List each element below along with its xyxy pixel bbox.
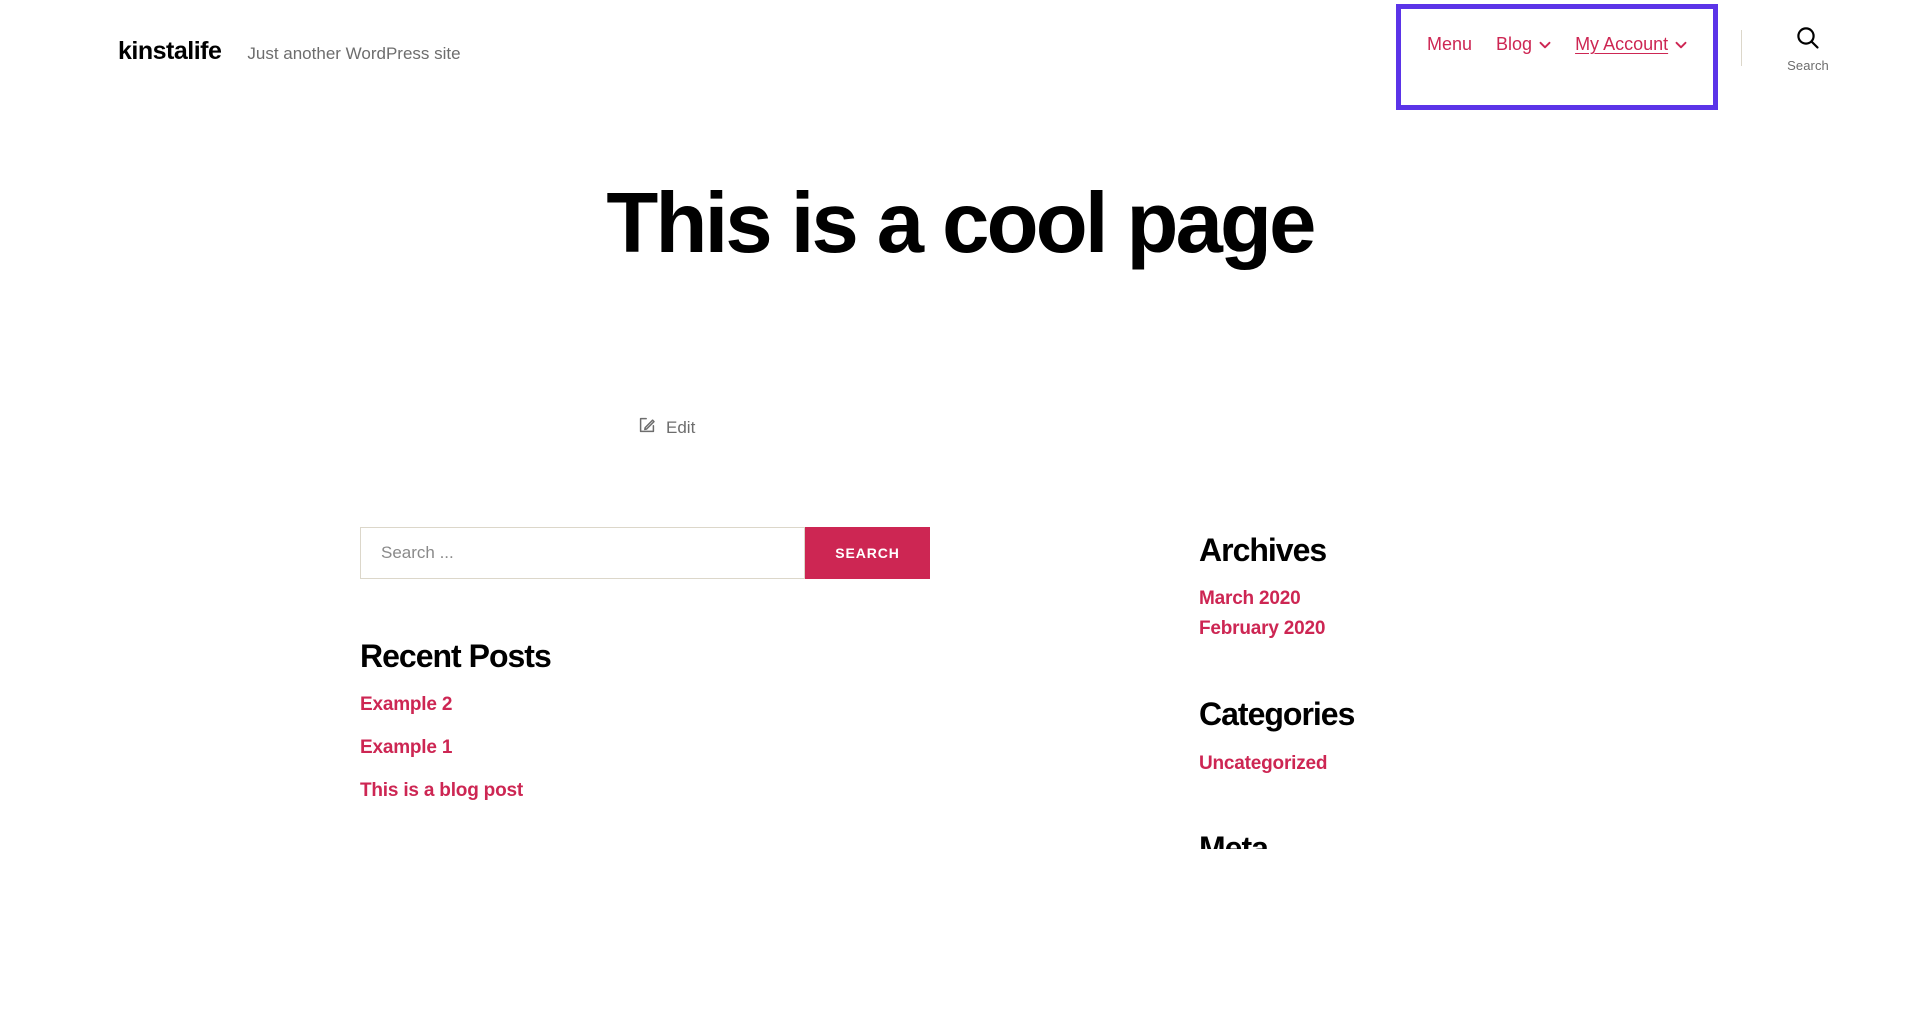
page-title: This is a cool page xyxy=(606,176,1316,271)
edit-pencil-icon xyxy=(638,416,656,439)
nav-item-menu[interactable]: Menu xyxy=(1427,35,1472,53)
site-branding: kinstalife Just another WordPress site xyxy=(118,37,461,66)
widget-column-right: Archives March 2020 February 2020 Catego… xyxy=(1199,527,1799,849)
widget-title-meta-clip: Meta xyxy=(1199,831,1799,849)
widget-title-recent-posts: Recent Posts xyxy=(360,638,552,675)
categories-list: Uncategorized xyxy=(1199,753,1799,775)
post-meta: Edit xyxy=(0,416,1920,439)
header-divider xyxy=(1741,30,1742,66)
site-header: kinstalife Just another WordPress site M… xyxy=(0,0,1920,110)
widget-recent-posts: Recent Posts Example 2 Example 1 This is… xyxy=(360,639,930,802)
nav-item-blog-label: Blog xyxy=(1496,34,1533,54)
recent-post-link-3[interactable]: This is a blog post xyxy=(360,780,523,801)
list-item: March 2020 xyxy=(1199,588,1799,610)
sidebar-search-form: SEARCH xyxy=(360,527,930,580)
list-item: February 2020 xyxy=(1199,618,1799,640)
widget-archives: Archives March 2020 February 2020 xyxy=(1199,533,1799,640)
archive-link-february-2020[interactable]: February 2020 xyxy=(1199,618,1325,639)
search-toggle-label: Search xyxy=(1787,58,1829,73)
chevron-down-icon xyxy=(1539,39,1551,51)
widget-column-left: SEARCH Recent Posts Example 2 Example 1 … xyxy=(360,527,930,823)
search-icon xyxy=(1795,25,1821,54)
list-item: This is a blog post xyxy=(360,780,930,802)
list-item: Example 2 xyxy=(360,694,930,716)
widget-title-categories: Categories xyxy=(1199,696,1355,733)
widget-title-meta: Meta xyxy=(1199,830,1269,849)
nav-item-my-account-label: My Account xyxy=(1575,34,1669,54)
widget-title-archives: Archives xyxy=(1199,532,1327,569)
site-tagline: Just another WordPress site xyxy=(247,44,461,63)
archive-link-march-2020[interactable]: March 2020 xyxy=(1199,588,1301,609)
chevron-down-icon xyxy=(1675,39,1687,51)
search-toggle-button[interactable]: Search xyxy=(1766,25,1850,73)
list-item: Uncategorized xyxy=(1199,753,1799,775)
nav-item-menu-label: Menu xyxy=(1427,34,1473,54)
nav-item-blog[interactable]: Blog xyxy=(1496,35,1551,53)
search-input[interactable] xyxy=(360,527,805,580)
list-item: Example 1 xyxy=(360,737,930,759)
edit-page-label: Edit xyxy=(666,417,696,437)
recent-post-link-2[interactable]: Example 1 xyxy=(360,737,452,758)
widget-categories: Categories Uncategorized xyxy=(1199,697,1799,774)
nav-item-my-account[interactable]: My Account xyxy=(1575,35,1687,53)
widget-meta: Meta xyxy=(1199,831,1799,849)
recent-post-link-1[interactable]: Example 2 xyxy=(360,694,452,715)
page-hero: This is a cool page xyxy=(0,103,1920,271)
site-title[interactable]: kinstalife xyxy=(118,37,222,66)
recent-posts-list: Example 2 Example 1 This is a blog post xyxy=(360,694,930,802)
edit-page-link[interactable]: Edit xyxy=(638,416,695,439)
archives-list: March 2020 February 2020 xyxy=(1199,588,1799,640)
widget-area: SEARCH Recent Posts Example 2 Example 1 … xyxy=(0,527,1920,849)
primary-navigation: Menu Blog My Account xyxy=(1427,30,1687,58)
category-link-uncategorized[interactable]: Uncategorized xyxy=(1199,753,1328,774)
search-submit-button[interactable]: SEARCH xyxy=(805,527,930,580)
